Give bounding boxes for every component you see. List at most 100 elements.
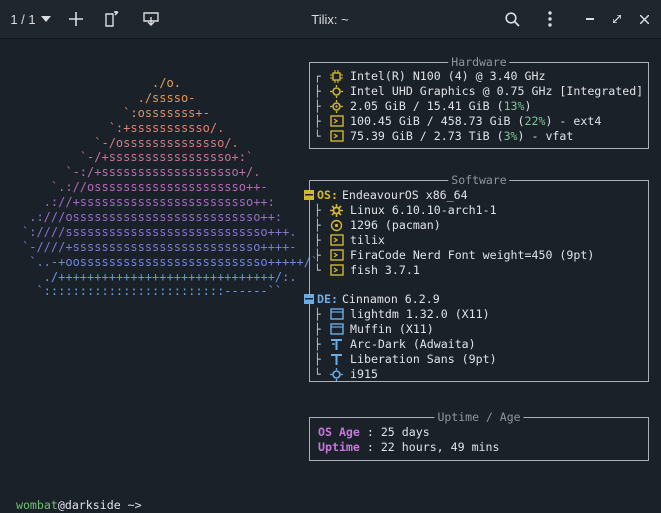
ascii-line: .://+ssssssssssssssssssssssso++: xyxy=(22,195,275,210)
menu-kebab-icon[interactable] xyxy=(538,0,562,38)
kernel-value: Linux 6.10.10-arch1-1 xyxy=(350,203,497,217)
font-row: ├ FiraCode Nerd Font weight=450 (9pt) xyxy=(314,248,594,263)
lm-row: ├ lightdm 1.32.0 (X11) xyxy=(314,307,490,322)
disk-icon xyxy=(330,130,346,143)
session-counter: 1 / 1 xyxy=(10,11,36,27)
shell-icon xyxy=(330,264,346,277)
kernel-gear-icon xyxy=(330,204,346,217)
os-age-row: OS Age : 25 days xyxy=(318,425,430,440)
prompt-user: wombat xyxy=(15,498,58,512)
tree-branch: ├ xyxy=(314,204,321,217)
disk1-value-prefix: 100.45 GiB / 458.73 GiB ( xyxy=(350,114,525,128)
ascii-line: `.://osssssssssssssssssssso++- xyxy=(22,180,268,195)
gpu-driver-icon xyxy=(330,368,346,381)
wm-font-value: Liberation Sans (9pt) xyxy=(350,352,497,366)
tree-branch: ├ xyxy=(314,338,321,351)
new-session-icon[interactable] xyxy=(139,0,163,38)
cpu-value: Intel(R) N100 (4) @ 3.40 GHz xyxy=(350,69,546,83)
ascii-line: `-:/+sssssssssssssssssso+/. xyxy=(22,165,261,180)
add-terminal-plus-icon[interactable] xyxy=(64,0,88,38)
distro-ascii-logo: ./o. ./sssso- `:osssssss+- `:+ssssssssss… xyxy=(22,76,318,299)
split-terminal-icon[interactable] xyxy=(100,0,124,38)
title-bar: 1 / 1 Tilix: ~ xyxy=(0,0,661,39)
ascii-line: .:///ossssssssssssssssssssssssso++: xyxy=(22,210,283,225)
tree-branch: ├ xyxy=(314,85,321,98)
ascii-line: ./sssso- xyxy=(22,90,196,105)
tree-branch: └ xyxy=(314,368,321,381)
os-label: OS: xyxy=(317,188,338,202)
cpu-icon xyxy=(330,70,346,83)
prompt-path: ~> xyxy=(120,498,142,512)
terminal-icon xyxy=(330,234,346,247)
wm-font-row: ├ Liberation Sans (9pt) xyxy=(314,352,497,367)
kernel-row: ├ Linux 6.10.10-arch1-1 xyxy=(314,203,497,218)
font-icon xyxy=(330,249,346,262)
uptime-row: Uptime : 22 hours, 49 mins xyxy=(318,440,500,455)
restore-icon[interactable] xyxy=(607,0,627,38)
tree-branch: └ xyxy=(314,130,321,143)
ascii-line: `:+sssssssssso/. xyxy=(22,120,225,135)
packages-row: ├ 1296 (pacman) xyxy=(314,218,441,233)
window-title: Tilix: ~ xyxy=(311,11,349,27)
gpu-driver-row: └ i915 xyxy=(314,367,378,382)
os-square-icon xyxy=(304,189,314,202)
gpu-icon xyxy=(330,85,346,98)
prompt-host: @darkside xyxy=(57,498,121,512)
gpu-value: Intel UHD Graphics @ 0.75 GHz [Integrate… xyxy=(350,84,644,98)
login-manager-icon xyxy=(330,308,346,321)
gpu-driver-value: i915 xyxy=(350,367,378,381)
de-row: DE: Cinnamon 6.2.9 xyxy=(304,292,440,307)
uptime-box-title: Uptime / Age xyxy=(434,410,524,424)
search-icon[interactable] xyxy=(500,0,524,38)
tree-branch: ├ xyxy=(314,234,321,247)
memory-percent: 13% xyxy=(503,99,525,113)
memory-row: ├ 2.05 GiB / 15.41 GiB (13%) xyxy=(314,99,532,114)
tree-branch: ├ xyxy=(314,308,321,321)
ascii-line: ./o. xyxy=(22,76,181,90)
window-manager-icon xyxy=(330,323,346,336)
de-value: Cinnamon 6.2.9 xyxy=(341,292,440,306)
software-box: Software OS: EndeavourOS x86_64 ├ Linux … xyxy=(304,173,649,382)
terminal-value: tilix xyxy=(350,233,385,247)
close-icon[interactable] xyxy=(634,0,654,38)
uptime-label: Uptime xyxy=(318,440,360,454)
ascii-line: `-/ossssssssssssso/. xyxy=(22,135,239,150)
uptime-box: Uptime / Age OS Age : 25 days Uptime : 2… xyxy=(309,410,649,461)
shell-prompt[interactable]: wombat@darkside ~> xyxy=(2,483,142,513)
memory-value-suffix: ) xyxy=(524,99,532,113)
os-age-label: OS Age xyxy=(318,425,360,439)
wm-value: Muffin (X11) xyxy=(350,322,434,336)
disk1-value-suffix: ) - ext4 xyxy=(545,114,602,128)
tree-branch: ├ xyxy=(314,323,321,336)
gpu-row: ├ Intel UHD Graphics @ 0.75 GHz [Integra… xyxy=(314,84,643,99)
disk2-value-prefix: 75.39 GiB / 2.73 TiB ( xyxy=(350,129,504,143)
disk2-value-suffix: ) - vfat xyxy=(517,129,574,143)
tree-branch: ├ xyxy=(314,219,321,232)
ascii-line: `:////ssssssssssssssssssssssssssso+++. xyxy=(22,224,297,239)
theme-row: ├ Arc-Dark (Adwaita) xyxy=(314,337,476,352)
wm-row: ├ Muffin (X11) xyxy=(314,322,434,337)
theme-brush-icon xyxy=(330,338,346,351)
os-row: OS: EndeavourOS x86_64 xyxy=(304,188,468,203)
hardware-box-title: Hardware xyxy=(448,55,510,69)
ascii-line: `-/+sssssssssssssssso+:` xyxy=(22,150,254,165)
font-value: FiraCode Nerd Font weight=450 (9pt) xyxy=(350,248,595,262)
de-label: DE: xyxy=(317,292,338,306)
memory-value-prefix: 2.05 GiB / 15.41 GiB ( xyxy=(350,99,504,113)
uptime-value: : 22 hours, 49 mins xyxy=(359,440,500,454)
packages-icon xyxy=(330,219,346,232)
tree-branch: ├ xyxy=(314,115,321,128)
session-dropdown-chevron-icon[interactable] xyxy=(38,0,54,38)
disk2-percent: 3% xyxy=(503,129,518,143)
shell-value: fish 3.7.1 xyxy=(350,263,420,277)
os-value: EndeavourOS x86_64 xyxy=(341,188,468,202)
minimize-icon[interactable] xyxy=(580,0,600,38)
shell-row: └ fish 3.7.1 xyxy=(314,263,420,278)
de-square-icon xyxy=(304,293,314,306)
disk-icon xyxy=(330,115,346,128)
tree-branch: ├ xyxy=(314,353,321,366)
software-box-title: Software xyxy=(448,173,510,187)
cpu-row: ┌ Intel(R) N100 (4) @ 3.40 GHz xyxy=(314,69,545,84)
ascii-line: `:::::::::::::::::::::::::------`` xyxy=(22,284,283,299)
disk1-row: ├ 100.45 GiB / 458.73 GiB (22%) - ext4 xyxy=(314,114,601,129)
